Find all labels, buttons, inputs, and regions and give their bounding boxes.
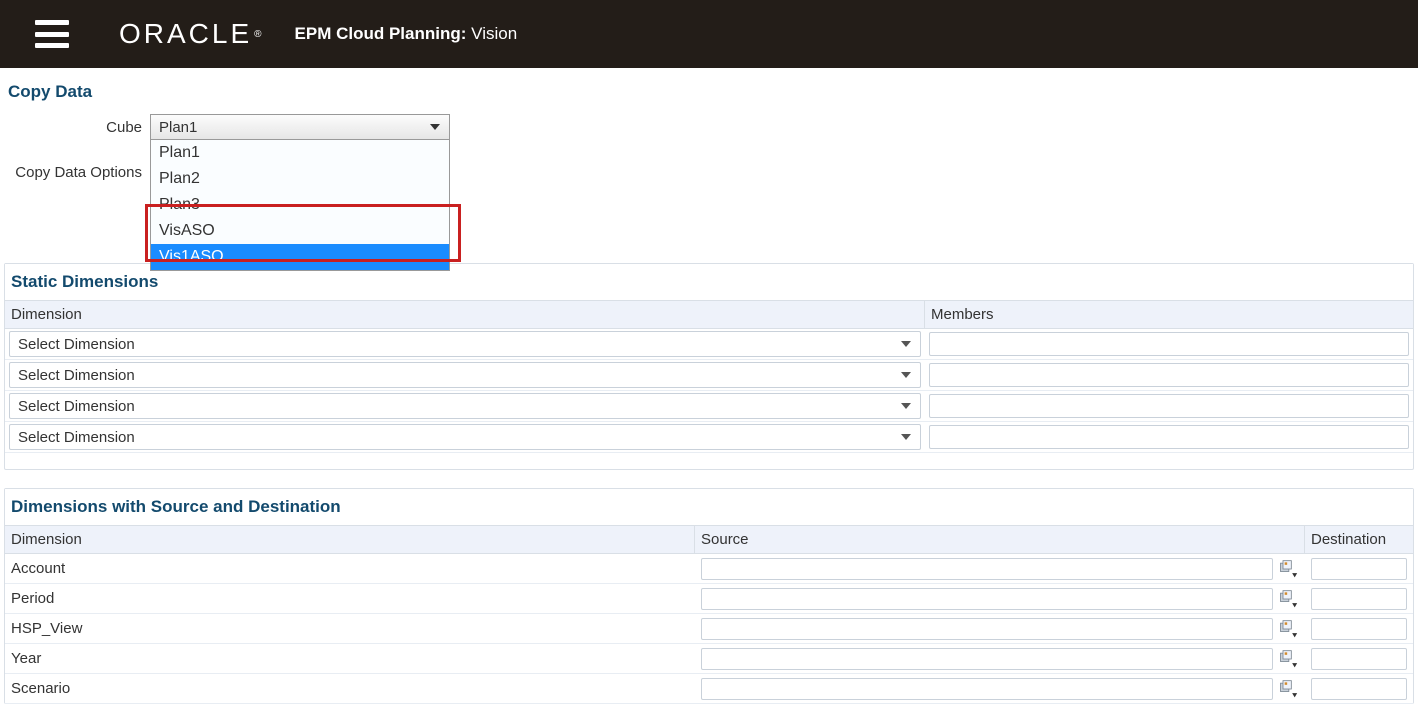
member-picker-icon[interactable] xyxy=(1277,588,1299,610)
static-dimension-row: Select Dimension xyxy=(5,329,1413,360)
dimension-select-value: Select Dimension xyxy=(18,429,135,446)
dimension-name: Account xyxy=(5,558,695,579)
member-picker-icon[interactable] xyxy=(1277,618,1299,640)
dimension-name: Period xyxy=(5,588,695,609)
destination-input[interactable] xyxy=(1311,558,1407,580)
dimension-select-value: Select Dimension xyxy=(18,367,135,384)
source-dest-row: Period xyxy=(5,584,1413,614)
source-dest-header: Dimension Source Destination xyxy=(5,525,1413,554)
cube-row: Cube Plan1 Plan1Plan2Plan3VisASOVis1ASO xyxy=(0,112,1418,142)
source-input[interactable] xyxy=(701,558,1273,580)
cube-option[interactable]: Vis1ASO xyxy=(151,244,449,270)
dimension-select[interactable]: Select Dimension xyxy=(9,393,921,419)
cube-option[interactable]: Plan2 xyxy=(151,166,449,192)
source-input[interactable] xyxy=(701,678,1273,700)
col-source: Source xyxy=(695,526,1305,553)
cube-option[interactable]: Plan1 xyxy=(151,140,449,166)
cube-select-value: Plan1 xyxy=(159,119,197,136)
chevron-down-icon xyxy=(900,400,912,412)
dimension-select-value: Select Dimension xyxy=(18,336,135,353)
destination-input[interactable] xyxy=(1311,588,1407,610)
source-dest-row: HSP_View xyxy=(5,614,1413,644)
app-header: ORACLE® EPM Cloud Planning: Vision xyxy=(0,0,1418,68)
col-destination: Destination xyxy=(1305,526,1413,553)
destination-input[interactable] xyxy=(1311,648,1407,670)
col-members: Members xyxy=(925,301,1413,328)
source-dest-row: Year xyxy=(5,644,1413,674)
static-dimension-row: Select Dimension xyxy=(5,360,1413,391)
chevron-down-icon xyxy=(900,369,912,381)
dimension-name: HSP_View xyxy=(5,618,695,639)
members-input[interactable] xyxy=(929,425,1409,449)
dimension-select[interactable]: Select Dimension xyxy=(9,331,921,357)
source-dest-row: Account xyxy=(5,554,1413,584)
oracle-logo: ORACLE® xyxy=(119,18,265,50)
dimension-name: Scenario xyxy=(5,678,695,699)
cube-option[interactable]: VisASO xyxy=(151,218,449,244)
source-input[interactable] xyxy=(701,648,1273,670)
source-input[interactable] xyxy=(701,618,1273,640)
member-picker-icon[interactable] xyxy=(1277,648,1299,670)
member-picker-icon[interactable] xyxy=(1277,558,1299,580)
col-dimension: Dimension xyxy=(5,301,925,328)
cube-label: Cube xyxy=(0,119,150,136)
destination-input[interactable] xyxy=(1311,618,1407,640)
page-title: Copy Data xyxy=(0,68,1418,112)
static-dimension-row: Select Dimension xyxy=(5,422,1413,453)
dimension-select[interactable]: Select Dimension xyxy=(9,362,921,388)
source-dest-title: Dimensions with Source and Destination xyxy=(5,489,1413,525)
members-input[interactable] xyxy=(929,363,1409,387)
hamburger-menu-icon[interactable] xyxy=(35,20,69,48)
col-dimension: Dimension xyxy=(5,526,695,553)
dimension-select[interactable]: Select Dimension xyxy=(9,424,921,450)
copy-options-label: Copy Data Options xyxy=(0,164,150,181)
cube-option[interactable]: Plan3 xyxy=(151,192,449,218)
source-dest-row: Scenario xyxy=(5,674,1413,704)
source-input[interactable] xyxy=(701,588,1273,610)
cube-dropdown[interactable]: Plan1Plan2Plan3VisASOVis1ASO xyxy=(150,140,450,271)
chevron-down-icon xyxy=(900,338,912,350)
members-input[interactable] xyxy=(929,332,1409,356)
dimension-select-value: Select Dimension xyxy=(18,398,135,415)
destination-input[interactable] xyxy=(1311,678,1407,700)
static-dimensions-header: Dimension Members xyxy=(5,300,1413,329)
source-dest-section: Dimensions with Source and Destination D… xyxy=(4,488,1414,704)
app-title: EPM Cloud Planning: Vision xyxy=(295,24,518,44)
member-picker-icon[interactable] xyxy=(1277,678,1299,700)
cube-select[interactable]: Plan1 xyxy=(150,114,450,140)
static-dimension-row: Select Dimension xyxy=(5,391,1413,422)
members-input[interactable] xyxy=(929,394,1409,418)
chevron-down-icon xyxy=(429,121,441,133)
dimension-name: Year xyxy=(5,648,695,669)
static-dimensions-section: Static Dimensions Dimension Members Sele… xyxy=(4,263,1414,470)
chevron-down-icon xyxy=(900,431,912,443)
